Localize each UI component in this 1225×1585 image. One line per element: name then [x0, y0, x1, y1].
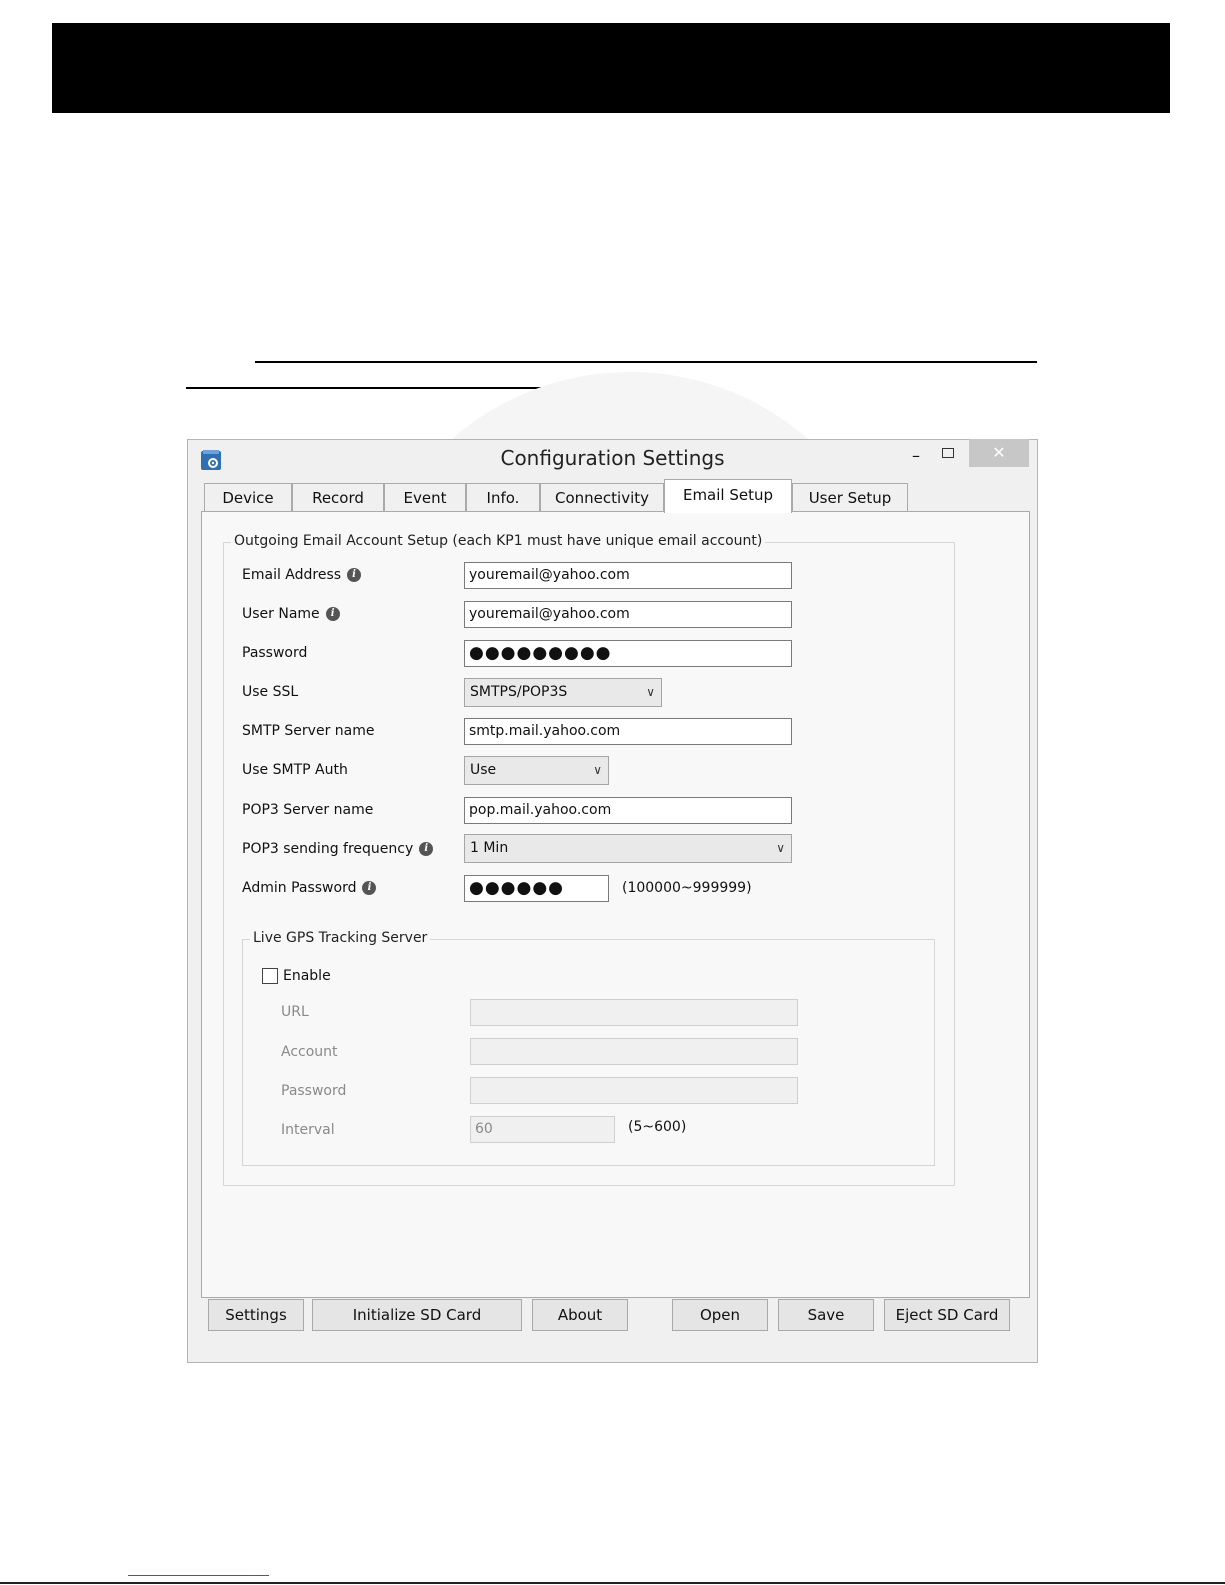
gps-interval-label: Interval: [281, 1122, 335, 1138]
footer-link-underline: [128, 1575, 269, 1576]
user-name-input[interactable]: youremail@yahoo.com: [464, 601, 792, 628]
chevron-down-icon: ∨: [593, 763, 602, 777]
gps-url-label: URL: [281, 1004, 309, 1020]
tab-record[interactable]: Record: [292, 483, 384, 511]
password-input[interactable]: ●●●●●●●●●: [464, 640, 792, 667]
about-button[interactable]: About: [532, 1299, 628, 1331]
pop3-server-label: POP3 Server name: [242, 802, 374, 818]
password-label: Password: [242, 645, 308, 661]
footer-rule: [0, 1582, 1225, 1584]
email-setup-panel: Outgoing Email Account Setup (each KP1 m…: [201, 511, 1030, 1298]
info-icon[interactable]: i: [347, 568, 362, 582]
smtp-auth-select[interactable]: Use ∨: [464, 756, 609, 785]
info-icon[interactable]: i: [362, 881, 377, 895]
tab-device[interactable]: Device: [204, 483, 292, 511]
page-header-bar: [52, 23, 1170, 113]
smtp-server-label: SMTP Server name: [242, 723, 375, 739]
gps-account-input[interactable]: [470, 1038, 798, 1065]
admin-password-label-text: Admin Password: [242, 880, 357, 896]
configuration-window: Configuration Settings – ✕ Device Record…: [187, 439, 1038, 1363]
chevron-down-icon: ∨: [646, 685, 655, 699]
smtp-auth-value: Use: [470, 762, 497, 778]
use-ssl-select[interactable]: SMTPS/POP3S ∨: [464, 678, 662, 707]
admin-password-label: Admin Password i: [242, 880, 377, 896]
admin-password-range: (100000~999999): [622, 880, 752, 896]
tab-email-setup[interactable]: Email Setup: [664, 479, 792, 513]
tab-user-setup[interactable]: User Setup: [792, 483, 908, 511]
email-address-label-text: Email Address: [242, 567, 342, 583]
title-bar: Configuration Settings – ✕: [188, 439, 1037, 480]
email-address-label: Email Address i: [242, 567, 362, 583]
chevron-down-icon: ∨: [776, 841, 785, 855]
pop3-frequency-label-text: POP3 sending frequency: [242, 841, 414, 857]
gps-interval-input[interactable]: 60: [470, 1116, 615, 1143]
outgoing-email-legend: Outgoing Email Account Setup (each KP1 m…: [231, 533, 766, 549]
tab-info[interactable]: Info.: [466, 483, 540, 511]
settings-button[interactable]: Settings: [208, 1299, 304, 1331]
email-address-input[interactable]: youremail@yahoo.com: [464, 562, 792, 589]
use-ssl-label: Use SSL: [242, 684, 299, 700]
pop3-frequency-value: 1 Min: [470, 840, 509, 856]
open-button[interactable]: Open: [672, 1299, 768, 1331]
user-name-label-text: User Name: [242, 606, 320, 622]
pop3-frequency-label: POP3 sending frequency i: [242, 841, 434, 857]
maximize-button[interactable]: [933, 443, 963, 463]
gps-interval-range: (5~600): [628, 1119, 687, 1135]
gps-account-label: Account: [281, 1044, 338, 1060]
info-icon[interactable]: i: [419, 842, 434, 856]
use-ssl-value: SMTPS/POP3S: [470, 684, 568, 700]
info-icon[interactable]: i: [325, 607, 340, 621]
close-button[interactable]: ✕: [969, 439, 1029, 467]
pop3-server-input[interactable]: pop.mail.yahoo.com: [464, 797, 792, 824]
minimize-button[interactable]: –: [901, 443, 931, 469]
enable-label[interactable]: Enable: [283, 968, 331, 984]
text-underline: [255, 361, 1037, 363]
pop3-frequency-select[interactable]: 1 Min ∨: [464, 834, 792, 863]
initialize-sd-card-button[interactable]: Initialize SD Card: [312, 1299, 522, 1331]
enable-checkbox[interactable]: [262, 968, 278, 984]
user-name-label: User Name i: [242, 606, 340, 622]
gps-tracking-legend: Live GPS Tracking Server: [250, 930, 431, 946]
gps-password-label: Password: [281, 1083, 347, 1099]
smtp-auth-label: Use SMTP Auth: [242, 762, 348, 778]
gps-url-input[interactable]: [470, 999, 798, 1026]
tab-connectivity[interactable]: Connectivity: [540, 483, 664, 511]
smtp-server-input[interactable]: smtp.mail.yahoo.com: [464, 718, 792, 745]
eject-sd-card-button[interactable]: Eject SD Card: [884, 1299, 1010, 1331]
admin-password-input[interactable]: ●●●●●●: [464, 875, 609, 902]
maximize-icon: [942, 448, 954, 458]
gps-password-input[interactable]: [470, 1077, 798, 1104]
tab-event[interactable]: Event: [384, 483, 466, 511]
save-button[interactable]: Save: [778, 1299, 874, 1331]
text-underline: [186, 387, 560, 389]
